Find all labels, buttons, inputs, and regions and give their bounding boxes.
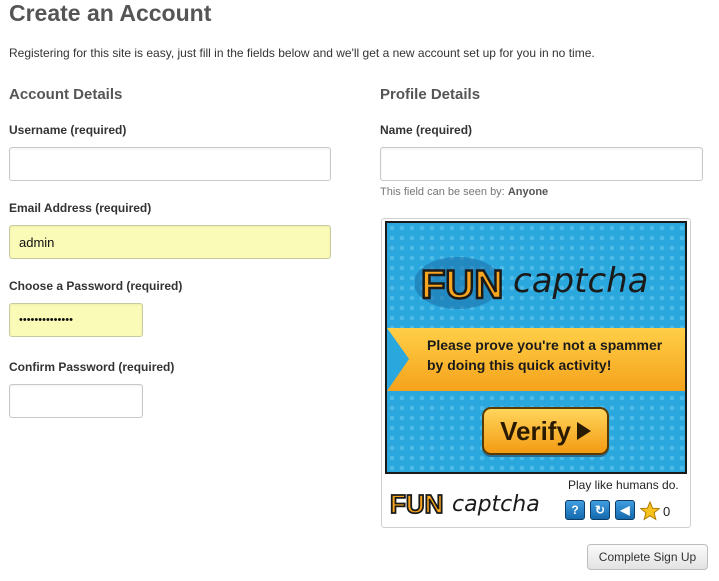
visibility-value-link[interactable]: Anyone (508, 186, 548, 198)
username-input[interactable] (9, 147, 331, 181)
logo-captcha-text: captcha (513, 261, 649, 301)
captcha-frame: FUN captcha Please prove you're not a sp… (385, 221, 687, 474)
prompt-line-1: Please prove you're not a spammer (427, 337, 663, 353)
banner-notch (387, 328, 409, 391)
name-label: Name (required) (380, 123, 473, 137)
verify-button[interactable]: Verify (482, 407, 609, 455)
password-input[interactable] (9, 303, 143, 337)
funcaptcha-logo: FUN captcha (415, 257, 649, 309)
name-input[interactable] (380, 147, 703, 181)
account-details-heading: Account Details (9, 86, 123, 103)
email-input[interactable] (9, 225, 331, 259)
footer-logo-fun: FUN (390, 489, 443, 519)
funcaptcha-footer-logo: FUN captcha (389, 488, 540, 520)
prompt-text: Please prove you're not a spammer by doi… (427, 335, 677, 375)
refresh-icon: ↻ (594, 503, 606, 517)
prompt-line-2: by doing this quick activity! (427, 357, 612, 373)
star-icon (640, 501, 660, 521)
play-arrow-icon (576, 422, 591, 440)
verify-label: Verify (500, 415, 571, 446)
profile-details-heading: Profile Details (380, 86, 481, 103)
audio-button[interactable]: ◀ (615, 500, 635, 520)
username-label: Username (required) (9, 123, 127, 137)
field-visibility-note: This field can be seen by: Anyone (380, 186, 548, 198)
refresh-button[interactable]: ↻ (590, 500, 610, 520)
star-count: 0 (663, 504, 671, 519)
confirm-password-label: Confirm Password (required) (9, 360, 175, 374)
email-label: Email Address (required) (9, 201, 152, 215)
funcaptcha-widget: FUN captcha Please prove you're not a sp… (381, 218, 691, 528)
captcha-tagline: Play like humans do. (568, 478, 679, 492)
audio-icon: ◀ (620, 503, 630, 517)
help-icon: ? (571, 503, 579, 517)
page-title: Create an Account (9, 0, 212, 26)
help-button[interactable]: ? (565, 500, 585, 520)
visibility-prefix: This field can be seen by: (380, 186, 505, 198)
intro-text: Registering for this site is easy, just … (9, 46, 595, 60)
confirm-password-input[interactable] (9, 384, 143, 418)
logo-fun-text: FUN (421, 263, 503, 307)
footer-logo-captcha: captcha (452, 492, 540, 517)
complete-signup-button[interactable]: Complete Sign Up (587, 544, 708, 570)
password-label: Choose a Password (required) (9, 279, 183, 293)
